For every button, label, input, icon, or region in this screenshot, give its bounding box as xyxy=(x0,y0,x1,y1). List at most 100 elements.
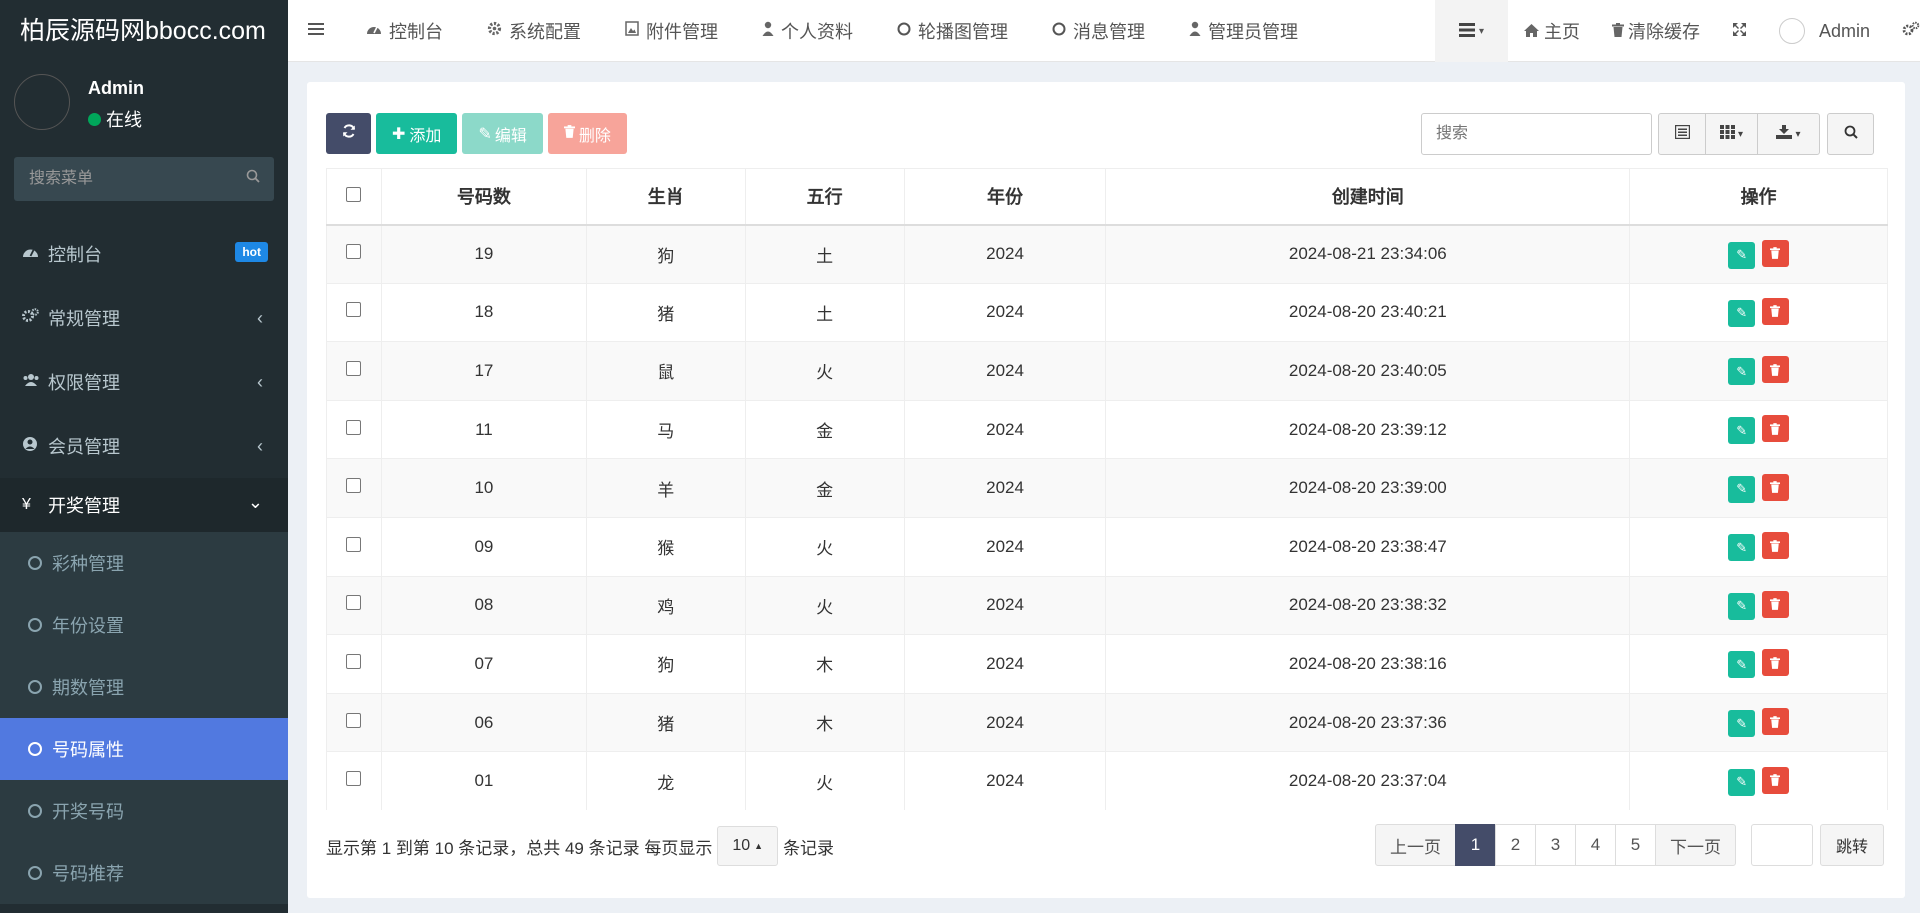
row-edit-button[interactable]: ✎ xyxy=(1728,651,1756,679)
column-header[interactable]: 号码数 xyxy=(380,168,587,226)
circle-icon xyxy=(1052,22,1066,40)
columns-dropdown-button[interactable]: ▾ xyxy=(1705,113,1758,155)
table-row[interactable]: 09 猴 火 2024 2024-08-20 23:38:47 ✎ xyxy=(326,516,1888,577)
table-row[interactable]: 08 鸡 火 2024 2024-08-20 23:38:32 ✎ xyxy=(326,575,1888,635)
sidebar-subitem-draw-numbers[interactable]: 开奖号码 xyxy=(0,780,288,842)
row-delete-button[interactable] xyxy=(1761,532,1789,560)
table-row[interactable]: 18 猪 土 2024 2024-08-20 23:40:21 ✎ xyxy=(326,282,1888,342)
jump-button[interactable]: 跳转 xyxy=(1820,824,1884,866)
sidebar-item-general[interactable]: 常规管理 ‹ xyxy=(0,286,288,350)
page-size-select[interactable]: 10 ▲ xyxy=(717,826,779,866)
sidebar-subitem-number-attributes[interactable]: 号码属性 xyxy=(0,718,288,780)
row-edit-button[interactable]: ✎ xyxy=(1728,475,1756,503)
row-edit-button[interactable]: ✎ xyxy=(1728,358,1756,386)
row-delete-button[interactable] xyxy=(1761,708,1789,736)
delete-button[interactable]: 删除 xyxy=(547,113,627,154)
page-button[interactable]: 1 xyxy=(1455,824,1496,866)
table-row[interactable]: 10 羊 金 2024 2024-08-20 23:39:00 ✎ xyxy=(326,458,1888,518)
row-delete-button[interactable] xyxy=(1761,590,1789,618)
page-button[interactable]: 3 xyxy=(1535,824,1576,866)
table-row[interactable]: 11 马 金 2024 2024-08-20 23:39:12 ✎ xyxy=(326,399,1888,459)
sidebar-item-dashboard[interactable]: 控制台 hot xyxy=(0,222,288,286)
column-header[interactable]: 创建时间 xyxy=(1105,168,1631,226)
tab-profile[interactable]: 个人资料 xyxy=(740,0,875,62)
sidebar: 柏辰源码网bbocc.com Admin 在线 搜索菜单 控制台 hot 常规管… xyxy=(0,0,288,913)
cell-zodiac: 鸡 xyxy=(585,575,746,635)
sidebar-subitem-lottery-types[interactable]: 彩种管理 xyxy=(0,532,288,594)
row-delete-button[interactable] xyxy=(1761,415,1789,443)
table-row[interactable]: 19 狗 土 2024 2024-08-21 23:34:06 ✎ xyxy=(326,224,1888,284)
add-button[interactable]: ✚ 添加 xyxy=(376,113,458,154)
tab-carousel[interactable]: 轮播图管理 xyxy=(875,0,1030,62)
jump-page-input[interactable] xyxy=(1751,824,1813,866)
home-link[interactable]: 主页 xyxy=(1508,0,1596,62)
page-button[interactable]: 2 xyxy=(1495,824,1536,866)
caret-down-icon: ▾ xyxy=(1795,128,1801,140)
page-button[interactable]: 4 xyxy=(1575,824,1616,866)
row-edit-button[interactable]: ✎ xyxy=(1728,417,1756,445)
tab-dashboard[interactable]: 控制台 xyxy=(344,0,465,62)
refresh-button[interactable] xyxy=(326,113,371,154)
tab-attachments[interactable]: 附件管理 xyxy=(603,0,740,62)
sidebar-subitem-number-recommend[interactable]: 号码推荐 xyxy=(0,842,288,904)
tabs-dropdown-button[interactable]: ▾ xyxy=(1434,0,1508,62)
row-edit-button[interactable]: ✎ xyxy=(1728,768,1756,796)
user-menu[interactable]: Admin xyxy=(1763,0,1886,62)
row-checkbox[interactable] xyxy=(346,712,362,728)
table-row[interactable]: 06 猪 木 2024 2024-08-20 23:37:36 ✎ xyxy=(326,692,1888,752)
sidebar-item-members[interactable]: 会员管理 ‹ xyxy=(0,414,288,478)
row-edit-button[interactable]: ✎ xyxy=(1728,299,1756,327)
sidebar-item-lottery[interactable]: ¥ 开奖管理 ⌄ xyxy=(0,478,288,532)
toggle-view-button[interactable] xyxy=(1658,113,1706,155)
page-button[interactable]: 5 xyxy=(1615,824,1656,866)
site-logo[interactable]: 柏辰源码网bbocc.com xyxy=(0,0,288,62)
column-header[interactable]: 五行 xyxy=(744,168,905,226)
row-delete-button[interactable] xyxy=(1761,297,1789,325)
row-delete-button[interactable] xyxy=(1761,649,1789,677)
tab-admins[interactable]: 管理员管理 xyxy=(1167,0,1320,62)
prev-page-button[interactable]: 上一页 xyxy=(1375,824,1456,866)
row-edit-button[interactable]: ✎ xyxy=(1728,241,1756,269)
tab-messages[interactable]: 消息管理 xyxy=(1030,0,1167,62)
fullscreen-button[interactable] xyxy=(1716,0,1763,62)
row-delete-button[interactable] xyxy=(1761,239,1789,267)
column-header[interactable]: 年份 xyxy=(903,168,1107,226)
search-button[interactable] xyxy=(1827,113,1874,155)
table-search-input[interactable] xyxy=(1421,113,1652,155)
select-all-checkbox[interactable] xyxy=(346,186,362,202)
row-checkbox[interactable] xyxy=(346,595,362,611)
subitem-label: 号码推荐 xyxy=(52,864,124,884)
row-checkbox[interactable] xyxy=(346,419,362,435)
row-delete-button[interactable] xyxy=(1761,473,1789,501)
row-delete-button[interactable] xyxy=(1761,766,1789,794)
settings-button[interactable] xyxy=(1886,0,1920,62)
row-checkbox[interactable] xyxy=(346,653,362,669)
export-dropdown-button[interactable]: ▾ xyxy=(1757,113,1820,155)
table-row[interactable]: 01 龙 火 2024 2024-08-20 23:37:04 ✎ xyxy=(326,751,1888,811)
table-row[interactable]: 07 狗 木 2024 2024-08-20 23:38:16 ✎ xyxy=(326,634,1888,694)
sidebar-search-input[interactable]: 搜索菜单 xyxy=(14,157,274,201)
row-edit-button[interactable]: ✎ xyxy=(1728,534,1756,562)
next-page-button[interactable]: 下一页 xyxy=(1655,824,1736,866)
row-checkbox[interactable] xyxy=(346,771,362,787)
cell-number: 19 xyxy=(380,224,587,284)
clear-cache-button[interactable]: 清除缓存 xyxy=(1596,0,1716,62)
row-edit-button[interactable]: ✎ xyxy=(1728,592,1756,620)
menu-toggle-icon[interactable] xyxy=(288,19,344,42)
column-header[interactable]: 生肖 xyxy=(585,168,746,226)
row-checkbox[interactable] xyxy=(346,302,362,318)
edit-button[interactable]: ✎ 编辑 xyxy=(462,113,543,154)
sidebar-subitem-year-settings[interactable]: 年份设置 xyxy=(0,594,288,656)
row-checkbox[interactable] xyxy=(346,536,362,552)
tab-label: 附件管理 xyxy=(646,21,718,42)
table-row[interactable]: 17 鼠 火 2024 2024-08-20 23:40:05 ✎ xyxy=(326,341,1888,401)
row-checkbox[interactable] xyxy=(346,478,362,494)
row-delete-button[interactable] xyxy=(1761,356,1789,384)
lottery-submenu: 彩种管理 年份设置 期数管理 号码属性 开奖号码 号码推荐 xyxy=(0,532,288,904)
sidebar-subitem-periods[interactable]: 期数管理 xyxy=(0,656,288,718)
row-checkbox[interactable] xyxy=(346,244,362,260)
tab-system-config[interactable]: 系统配置 xyxy=(465,0,603,62)
row-checkbox[interactable] xyxy=(346,360,362,376)
row-edit-button[interactable]: ✎ xyxy=(1728,710,1756,738)
sidebar-item-permission[interactable]: 权限管理 ‹ xyxy=(0,350,288,414)
